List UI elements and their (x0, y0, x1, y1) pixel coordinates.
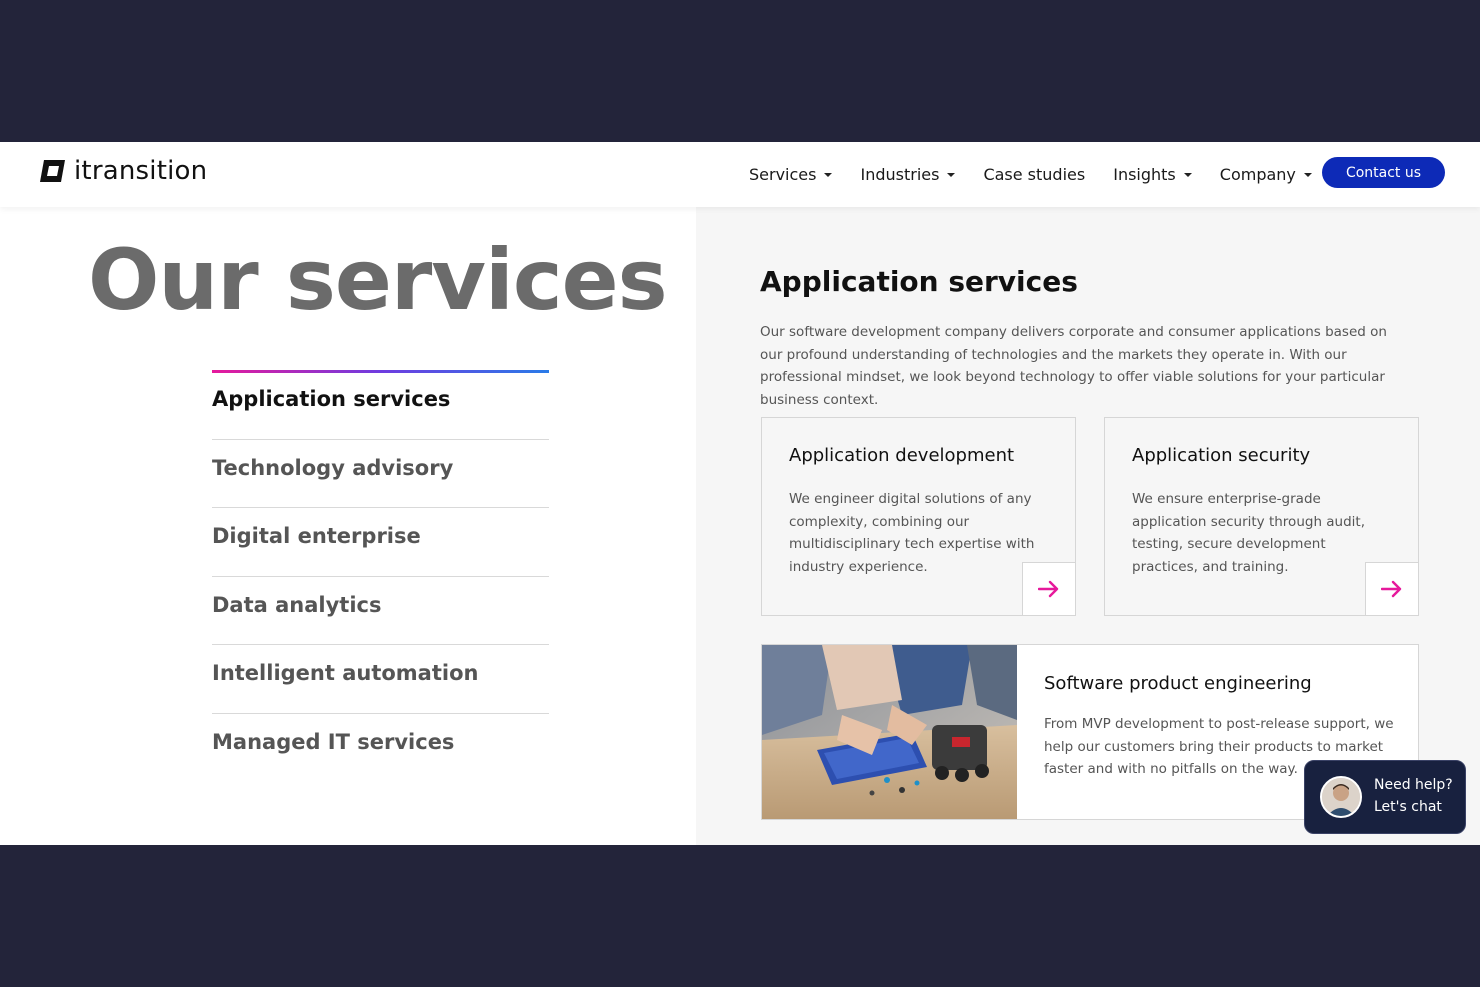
contact-us-button[interactable]: Contact us (1322, 157, 1445, 188)
card-title: Application security (1132, 445, 1311, 466)
nav-insights[interactable]: Insights (1113, 165, 1192, 184)
service-item-technology-advisory[interactable]: Technology advisory (212, 438, 549, 508)
card-text: We ensure enterprise-grade application s… (1132, 491, 1366, 575)
nav-label: Insights (1113, 165, 1176, 184)
arrow-right-icon-svg (1038, 580, 1059, 598)
site-header: itransition Services Industries Case stu… (0, 142, 1480, 207)
service-item-data-analytics[interactable]: Data analytics (212, 575, 549, 645)
caret-down-icon (824, 172, 833, 177)
nav-label: Services (749, 165, 817, 184)
nav-label: Industries (860, 165, 940, 184)
services-sidebar: Our services Application services Techno… (0, 207, 696, 845)
logo-mark-icon (40, 160, 65, 182)
caret-down-icon (1183, 172, 1192, 177)
card-title: Software product engineering (1044, 673, 1312, 694)
nav-label: Case studies (983, 165, 1086, 184)
main-nav: Services Industries Case studies Insight… (749, 142, 1340, 207)
card-text: We engineer digital solutions of any com… (789, 491, 1035, 575)
avatar-image (1322, 778, 1360, 816)
card-application-security[interactable]: Application security We ensure enterpris… (1104, 417, 1419, 616)
caret-down-icon (1303, 172, 1312, 177)
page-title: Our services (88, 231, 668, 329)
team-photo-image (762, 645, 1017, 819)
team-photo (762, 645, 1017, 819)
chat-line-2: Let's chat (1374, 799, 1442, 815)
service-item-intelligent-automation[interactable]: Intelligent automation (212, 644, 549, 713)
arrow-right-icon[interactable] (1365, 562, 1419, 616)
support-avatar (1320, 776, 1362, 818)
nav-label: Company (1219, 165, 1296, 184)
chat-line-1: Need help? (1374, 777, 1453, 793)
service-item-application-services[interactable]: Application services (212, 370, 549, 439)
card-application-development[interactable]: Application development We engineer digi… (761, 417, 1076, 616)
chat-widget[interactable]: Need help? Let's chat (1304, 760, 1466, 834)
detail-description: Our software development company deliver… (760, 324, 1387, 408)
caret-down-icon (947, 172, 956, 177)
detail-title: Application services (760, 265, 1078, 298)
service-detail-panel: Application services Our software develo… (696, 207, 1480, 845)
nav-case-studies[interactable]: Case studies (983, 165, 1085, 184)
service-item-managed-it-services[interactable]: Managed IT services (212, 712, 549, 782)
logo-text: itransition (74, 156, 208, 186)
arrow-right-icon-svg (1381, 580, 1402, 598)
nav-company[interactable]: Company (1220, 165, 1312, 184)
service-list: Application services Technology advisory… (212, 370, 549, 781)
arrow-right-icon[interactable] (1022, 562, 1076, 616)
nav-services[interactable]: Services (749, 165, 833, 184)
nav-industries[interactable]: Industries (860, 165, 956, 184)
website-frame: itransition Services Industries Case stu… (0, 142, 1480, 845)
service-item-digital-enterprise[interactable]: Digital enterprise (212, 507, 549, 576)
logo[interactable]: itransition (38, 156, 207, 186)
card-title: Application development (789, 445, 1015, 466)
